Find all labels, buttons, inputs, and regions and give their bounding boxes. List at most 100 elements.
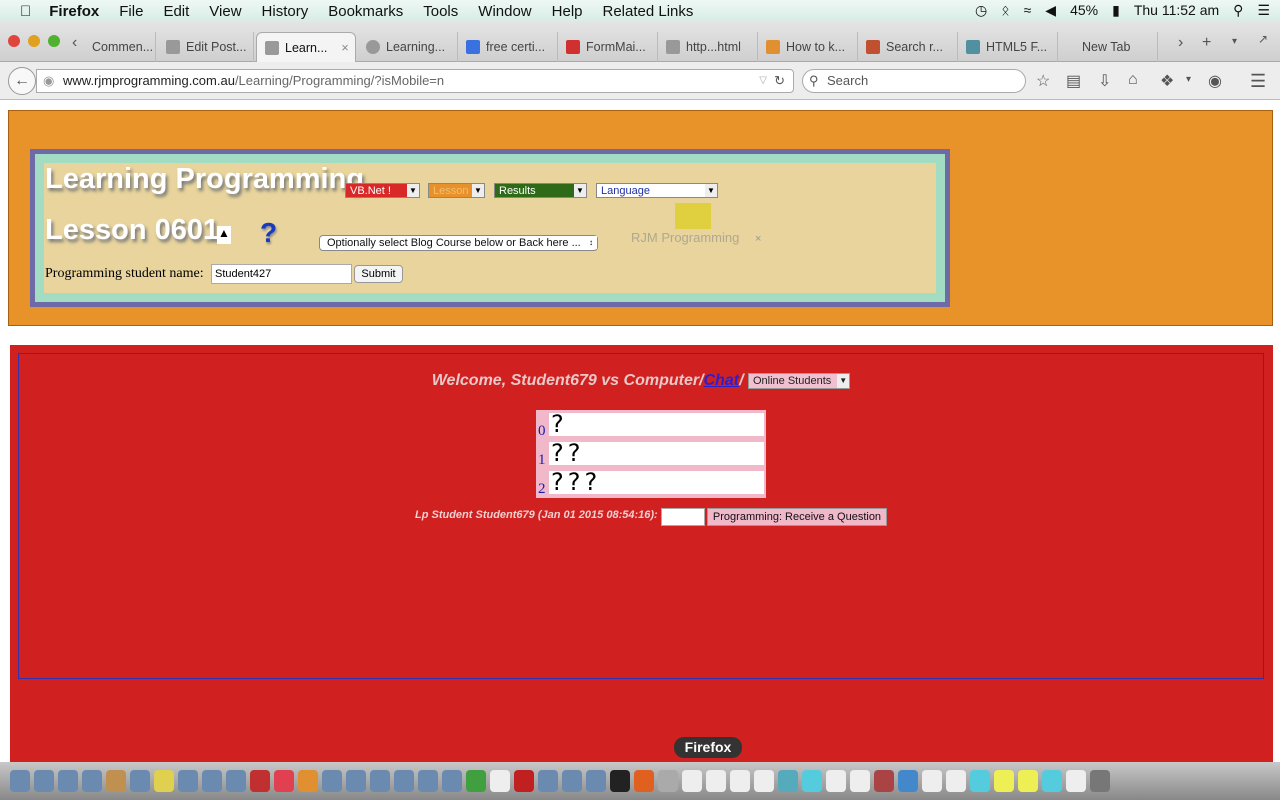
- history-dropdown-icon[interactable]: ▽: [759, 70, 767, 92]
- extension-dropdown-icon[interactable]: ▾: [1186, 74, 1191, 85]
- notes-icon[interactable]: [154, 770, 174, 792]
- battery-percent[interactable]: 45%: [1070, 2, 1098, 19]
- help-question-icon[interactable]: ?: [260, 217, 277, 249]
- zoom-window-button[interactable]: [48, 35, 60, 47]
- app-icon[interactable]: [178, 770, 198, 792]
- document-icon[interactable]: [706, 770, 726, 792]
- ibooks-icon[interactable]: [298, 770, 318, 792]
- menu-view[interactable]: View: [209, 3, 241, 20]
- sync-icon[interactable]: ◉: [1208, 71, 1222, 91]
- document-icon[interactable]: [778, 770, 798, 792]
- row-index-link[interactable]: 2: [538, 481, 549, 498]
- app-icon[interactable]: [106, 770, 126, 792]
- row-index-link[interactable]: 0: [538, 423, 549, 440]
- menu-bookmarks[interactable]: Bookmarks: [328, 3, 403, 20]
- menu-tools[interactable]: Tools: [423, 3, 458, 20]
- back-button[interactable]: ←: [8, 67, 36, 95]
- extension-icon[interactable]: ❖: [1160, 71, 1174, 91]
- calendar-icon[interactable]: [130, 770, 150, 792]
- launchpad-icon[interactable]: [34, 770, 54, 792]
- app-icon[interactable]: [346, 770, 366, 792]
- close-window-button[interactable]: [8, 35, 20, 47]
- volume-icon[interactable]: ◀: [1045, 2, 1056, 19]
- document-icon[interactable]: [1066, 770, 1086, 792]
- tab-comments[interactable]: Commen...: [84, 32, 156, 62]
- new-tab-icon[interactable]: +: [1202, 34, 1211, 52]
- reading-list-icon[interactable]: ▤: [1066, 71, 1081, 91]
- tree-icon[interactable]: ▲: [217, 226, 231, 244]
- notification-center-icon[interactable]: ☰: [1257, 2, 1270, 19]
- document-icon[interactable]: [994, 770, 1014, 792]
- app-icon[interactable]: [202, 770, 222, 792]
- app-store-icon[interactable]: [322, 770, 342, 792]
- menu-app[interactable]: Firefox: [49, 3, 99, 20]
- reload-icon[interactable]: ↻: [774, 70, 785, 92]
- document-icon[interactable]: [874, 770, 894, 792]
- apple-icon[interactable]: : [20, 3, 31, 20]
- submit-button[interactable]: Submit: [354, 265, 403, 283]
- tab-new-tab[interactable]: New Tab: [1058, 32, 1158, 62]
- document-icon[interactable]: [970, 770, 990, 792]
- document-icon[interactable]: [1042, 770, 1062, 792]
- tab-http-html[interactable]: http...html: [658, 32, 758, 62]
- tab-how-to[interactable]: How to k...: [758, 32, 858, 62]
- online-students-select[interactable]: Online Students ▼: [747, 372, 851, 389]
- menu-file[interactable]: File: [119, 3, 143, 20]
- close-icon[interactable]: ×: [755, 233, 761, 245]
- app-icon[interactable]: [370, 770, 390, 792]
- app-icon[interactable]: [418, 770, 438, 792]
- clock[interactable]: Thu 11:52 am: [1134, 2, 1219, 19]
- opera-icon[interactable]: [514, 770, 534, 792]
- tab-learn-active[interactable]: Learn... ×: [256, 32, 356, 62]
- tab-search[interactable]: Search r...: [858, 32, 958, 62]
- bluetooth-icon[interactable]: ᛟ: [1001, 2, 1009, 19]
- app-icon[interactable]: [562, 770, 582, 792]
- safari-icon[interactable]: [58, 770, 78, 792]
- tab-free-certi[interactable]: free certi...: [458, 32, 558, 62]
- blog-course-select[interactable]: Optionally select Blog Course below or B…: [319, 235, 598, 251]
- downloads-icon[interactable]: ⇩: [1098, 71, 1111, 91]
- menu-window[interactable]: Window: [478, 3, 531, 20]
- menu-edit[interactable]: Edit: [163, 3, 189, 20]
- close-tab-icon[interactable]: ×: [341, 41, 348, 55]
- tab-formmail[interactable]: FormMai...: [558, 32, 658, 62]
- document-icon[interactable]: [898, 770, 918, 792]
- document-icon[interactable]: [730, 770, 750, 792]
- student-name-input[interactable]: [211, 264, 352, 284]
- lesson-select[interactable]: Lesson ▼: [428, 183, 485, 198]
- document-icon[interactable]: [922, 770, 942, 792]
- document-icon[interactable]: [826, 770, 846, 792]
- menu-history[interactable]: History: [262, 3, 309, 20]
- course-select[interactable]: VB.Net ! ▼: [345, 183, 420, 198]
- answer-input[interactable]: [661, 508, 705, 526]
- firefox-icon[interactable]: [634, 770, 654, 792]
- chat-link[interactable]: Chat: [704, 372, 740, 389]
- tabs-scroll-right-icon[interactable]: ›: [1178, 34, 1183, 52]
- time-machine-icon[interactable]: ◷: [975, 2, 987, 19]
- document-icon[interactable]: [754, 770, 774, 792]
- app-icon[interactable]: [250, 770, 270, 792]
- tab-learning[interactable]: Learning...: [358, 32, 458, 62]
- list-tabs-icon[interactable]: ▾: [1232, 36, 1237, 47]
- spotlight-icon[interactable]: ⚲: [1233, 2, 1243, 19]
- rjm-logo-image[interactable]: [675, 203, 711, 229]
- url-bar[interactable]: www.rjmprogramming.com.au/Learning/Progr…: [36, 69, 794, 93]
- wifi-icon[interactable]: ≈: [1024, 2, 1032, 19]
- rjm-logo-text[interactable]: RJM Programming: [631, 230, 739, 245]
- document-icon[interactable]: [850, 770, 870, 792]
- app-icon[interactable]: [586, 770, 606, 792]
- minimize-window-button[interactable]: [28, 35, 40, 47]
- chrome-icon[interactable]: [466, 770, 486, 792]
- bookmark-star-icon[interactable]: ☆: [1036, 71, 1050, 91]
- tab-html5[interactable]: HTML5 F...: [958, 32, 1058, 62]
- row-index-link[interactable]: 1: [538, 452, 549, 469]
- trash-icon[interactable]: [1090, 770, 1110, 792]
- itunes-icon[interactable]: [274, 770, 294, 792]
- tabs-scroll-left-icon[interactable]: ‹: [72, 34, 77, 52]
- document-icon[interactable]: [802, 770, 822, 792]
- terminal-icon[interactable]: [610, 770, 630, 792]
- receive-question-button[interactable]: Programming: Receive a Question: [707, 508, 887, 526]
- document-icon[interactable]: [1018, 770, 1038, 792]
- menu-help[interactable]: Help: [552, 3, 583, 20]
- language-select[interactable]: Language ▼: [596, 183, 718, 198]
